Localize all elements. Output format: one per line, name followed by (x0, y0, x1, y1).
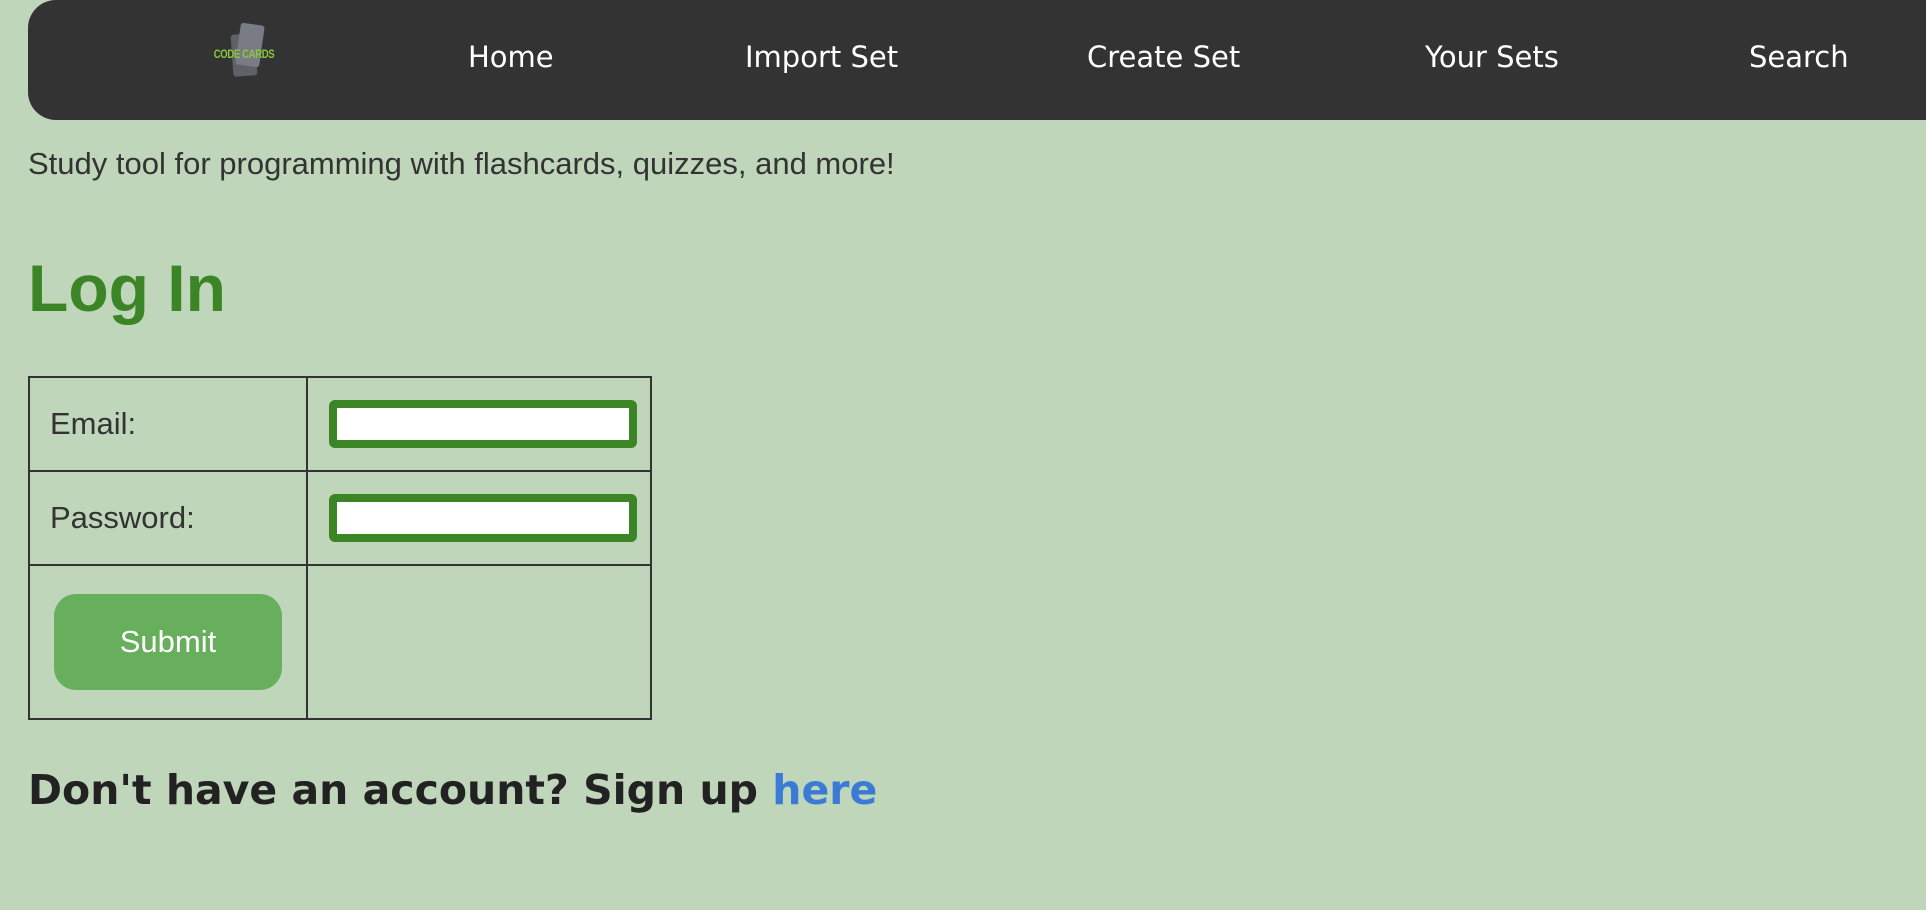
login-form-table: Email: Password: Submit (28, 376, 652, 720)
submit-cell: Submit (28, 564, 308, 720)
nav-item-your-sets[interactable]: Your Sets (1425, 40, 1559, 74)
email-input-cell (306, 376, 652, 472)
password-input-cell (306, 470, 652, 566)
submit-row: Submit (28, 564, 652, 720)
nav-item-home[interactable]: Home (468, 40, 554, 74)
logo-text: CODE CARDS (213, 47, 275, 61)
email-row: Email: (28, 376, 652, 472)
password-field[interactable] (329, 494, 637, 542)
password-row: Password: (28, 470, 652, 566)
signup-here-link[interactable]: here (772, 766, 877, 814)
signup-prompt: Don't have an account? Sign up here (28, 766, 877, 814)
password-label-cell: Password: (28, 470, 308, 566)
password-label: Password: (50, 500, 195, 535)
email-field[interactable] (329, 400, 637, 448)
nav-item-search[interactable]: Search (1749, 40, 1849, 74)
email-label-cell: Email: (28, 376, 308, 472)
nav-item-import-set[interactable]: Import Set (745, 40, 898, 74)
tagline: Study tool for programming with flashcar… (28, 146, 895, 181)
signup-prompt-text: Don't have an account? Sign up (28, 766, 773, 814)
top-navbar: CODE CARDS Home Import Set Create Set Yo… (28, 0, 1926, 120)
nav-item-create-set[interactable]: Create Set (1087, 40, 1240, 74)
page-title: Log In (28, 251, 226, 325)
empty-cell (306, 564, 652, 720)
email-label: Email: (50, 406, 137, 441)
submit-button[interactable]: Submit (54, 594, 282, 690)
